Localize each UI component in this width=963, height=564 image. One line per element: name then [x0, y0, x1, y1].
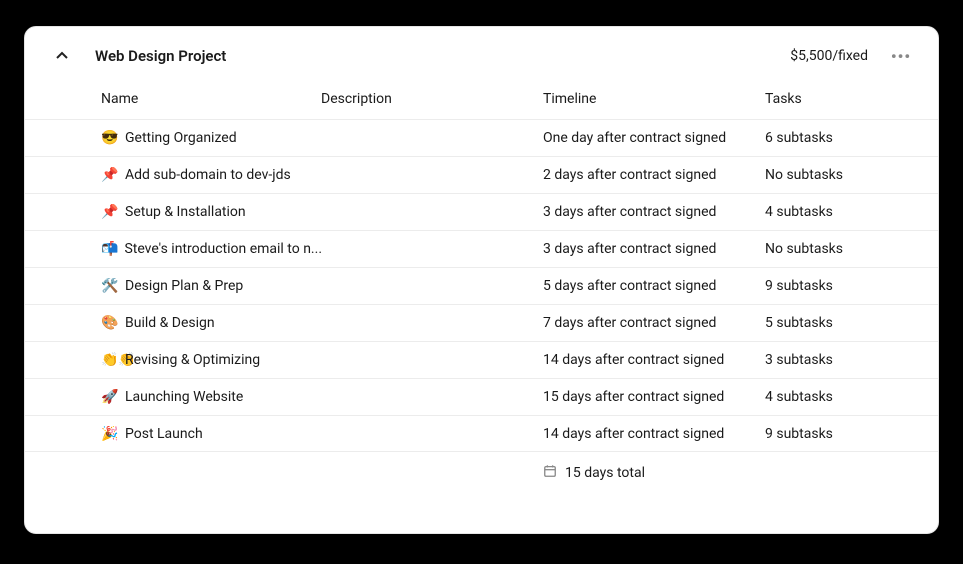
- row-emoji-icon: 📌: [101, 167, 119, 183]
- row-name[interactable]: 👏👏 Revising & Optimizing: [101, 352, 321, 368]
- table-row[interactable]: 🚀 Launching Website 15 days after contract…: [25, 378, 938, 415]
- row-name[interactable]: 🚀 Launching Website: [101, 389, 321, 405]
- row-name[interactable]: 🎉 Post Launch: [101, 426, 321, 442]
- row-timeline[interactable]: 14 days after contract signed: [543, 352, 765, 368]
- row-name-text: Post Launch: [125, 426, 203, 442]
- header-description[interactable]: Description: [321, 91, 543, 107]
- card-header: Web Design Project $5,500/fixed •••: [25, 27, 938, 83]
- chevron-up-icon: [55, 49, 69, 63]
- row-tasks[interactable]: 4 subtasks: [765, 204, 938, 220]
- more-icon: •••: [891, 47, 911, 66]
- calendar-icon: [543, 464, 557, 482]
- table-row[interactable]: 🛠️ Design Plan & Prep 5 days after contrac…: [25, 267, 938, 304]
- row-name-text: Setup & Installation: [125, 204, 246, 220]
- row-timeline[interactable]: 7 days after contract signed: [543, 315, 765, 331]
- row-tasks[interactable]: No subtasks: [765, 167, 938, 183]
- header-timeline[interactable]: Timeline: [543, 91, 765, 107]
- row-name-text: Getting Organized: [125, 130, 237, 146]
- row-name-text: Launching Website: [125, 389, 243, 405]
- project-title: Web Design Project: [95, 47, 790, 65]
- row-emoji-icon: 😎: [101, 130, 119, 146]
- row-timeline[interactable]: One day after contract signed: [543, 130, 765, 146]
- row-timeline[interactable]: 3 days after contract signed: [543, 204, 765, 220]
- row-name-text: Design Plan & Prep: [125, 278, 243, 294]
- table-row[interactable]: 🎨 Build & Design 7 days after contract sig…: [25, 304, 938, 341]
- row-name[interactable]: 📌 Add sub-domain to dev-jds: [101, 167, 321, 183]
- row-name-text: Add sub-domain to dev-jds: [125, 167, 291, 183]
- row-name[interactable]: 🎨 Build & Design: [101, 315, 321, 331]
- project-card: Web Design Project $5,500/fixed ••• Name…: [24, 26, 939, 534]
- row-name-text: Steve's introduction email to n...: [124, 241, 321, 257]
- row-timeline[interactable]: 2 days after contract signed: [543, 167, 765, 183]
- row-tasks[interactable]: 9 subtasks: [765, 426, 938, 442]
- more-menu-button[interactable]: •••: [890, 45, 912, 67]
- row-tasks[interactable]: No subtasks: [765, 241, 938, 257]
- row-timeline[interactable]: 15 days after contract signed: [543, 389, 765, 405]
- table-footer: 15 days total: [25, 452, 938, 494]
- row-name-text: Revising & Optimizing: [125, 352, 260, 368]
- row-emoji-icon: 🎨: [101, 315, 119, 331]
- header-tasks[interactable]: Tasks: [765, 91, 938, 107]
- table-row[interactable]: 🎉 Post Launch 14 days after contract signe…: [25, 415, 938, 452]
- table-body: 😎 Getting Organized One day after contract…: [25, 119, 938, 452]
- row-tasks[interactable]: 6 subtasks: [765, 130, 938, 146]
- row-name[interactable]: 🛠️ Design Plan & Prep: [101, 278, 321, 294]
- table-row[interactable]: 👏👏 Revising & Optimizing 14 days after con…: [25, 341, 938, 378]
- row-tasks[interactable]: 9 subtasks: [765, 278, 938, 294]
- row-name[interactable]: 📌 Setup & Installation: [101, 204, 321, 220]
- table-row[interactable]: 📌 Setup & Installation 3 days after contra…: [25, 193, 938, 230]
- row-emoji-icon: 📌: [101, 204, 119, 220]
- collapse-toggle[interactable]: [51, 45, 73, 67]
- table-row[interactable]: 📬 Steve's introduction email to n... 3 day…: [25, 230, 938, 267]
- table-row[interactable]: 📌 Add sub-domain to dev-jds 2 days after c…: [25, 156, 938, 193]
- row-emoji-icon: 🎉: [101, 426, 119, 442]
- row-name[interactable]: 😎 Getting Organized: [101, 130, 321, 146]
- row-emoji-icon: 🛠️: [101, 278, 119, 294]
- row-timeline[interactable]: 14 days after contract signed: [543, 426, 765, 442]
- row-timeline[interactable]: 5 days after contract signed: [543, 278, 765, 294]
- row-emoji-icon: 👏👏: [101, 352, 119, 368]
- table-row[interactable]: 😎 Getting Organized One day after contract…: [25, 119, 938, 156]
- row-tasks[interactable]: 4 subtasks: [765, 389, 938, 405]
- project-price: $5,500/fixed: [790, 48, 868, 64]
- row-timeline[interactable]: 3 days after contract signed: [543, 241, 765, 257]
- row-name[interactable]: 📬 Steve's introduction email to n...: [101, 241, 321, 257]
- row-tasks[interactable]: 5 subtasks: [765, 315, 938, 331]
- header-name[interactable]: Name: [101, 91, 321, 107]
- row-emoji-icon: 🚀: [101, 389, 119, 405]
- row-name-text: Build & Design: [125, 315, 215, 331]
- row-tasks[interactable]: 3 subtasks: [765, 352, 938, 368]
- footer-total: 15 days total: [565, 465, 645, 481]
- row-emoji-icon: 📬: [101, 241, 118, 257]
- table-header: Name Description Timeline Tasks: [25, 83, 938, 119]
